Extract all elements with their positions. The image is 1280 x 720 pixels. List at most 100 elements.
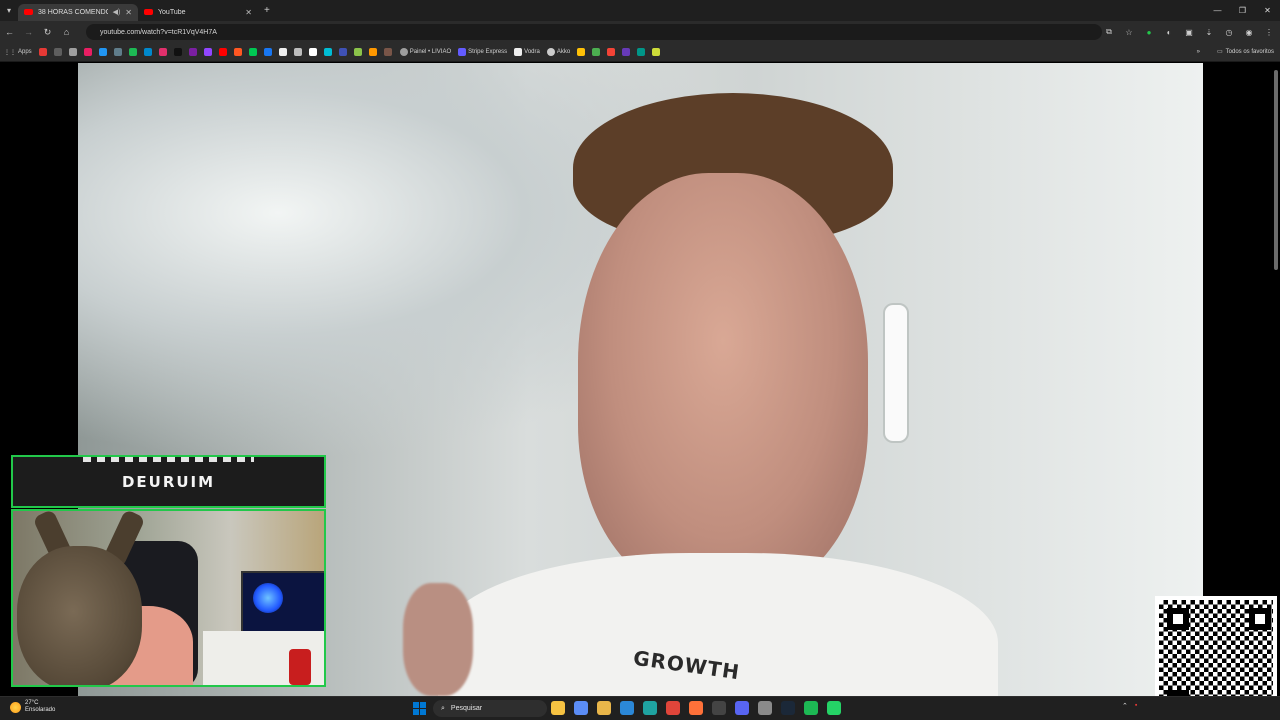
close-window-icon[interactable]: ✕ xyxy=(1255,0,1280,21)
pc-fan-light xyxy=(253,583,283,613)
firefox-icon[interactable] xyxy=(689,701,703,715)
explorer-folder-icon[interactable] xyxy=(597,701,611,715)
bookmark-favicon-icon[interactable] xyxy=(637,48,646,56)
webcam-overlay xyxy=(11,509,326,687)
star-icon[interactable]: ☆ xyxy=(1122,24,1136,40)
bookmark-favicon-icon[interactable] xyxy=(577,48,586,56)
new-tab-icon[interactable]: + xyxy=(264,5,270,16)
weather-widget[interactable]: 27°C Ensolarado xyxy=(10,700,55,714)
bookmark-favicon-icon[interactable] xyxy=(218,48,227,56)
bookmark-favicon-icon xyxy=(514,48,523,56)
audio-icon[interactable]: ◀) xyxy=(113,8,121,16)
apps-shortcut[interactable]: ⋮⋮ Apps xyxy=(4,49,32,56)
back-icon[interactable]: ← xyxy=(0,27,19,37)
bookmark-label: Vodra xyxy=(524,49,540,55)
youtube-favicon-icon xyxy=(144,9,153,15)
install-app-icon[interactable]: ⧉ xyxy=(1102,24,1116,40)
discord-icon[interactable] xyxy=(735,701,749,715)
bookmark-favicon-icon[interactable] xyxy=(383,48,392,56)
bookmark-favicon-icon[interactable] xyxy=(143,48,152,56)
bookmark-favicon-icon[interactable] xyxy=(248,48,257,56)
home-icon[interactable]: ⌂ xyxy=(57,27,76,37)
bookmark-favicon-icon[interactable] xyxy=(263,48,272,56)
forward-icon[interactable]: → xyxy=(19,27,38,37)
system-tray: ⌃ ▪ xyxy=(1122,702,1137,710)
restore-icon[interactable]: ❐ xyxy=(1230,0,1255,21)
bookmark-favicons-2 xyxy=(577,48,661,56)
chevron-up-icon[interactable]: ⌃ xyxy=(1122,702,1128,710)
history-icon[interactable]: ◷ xyxy=(1222,24,1236,40)
window-controls: — ❐ ✕ xyxy=(1205,0,1280,21)
bookmark-favicon-icon[interactable] xyxy=(128,48,137,56)
spotify-icon[interactable] xyxy=(804,701,818,715)
bookmark-favicon-icon[interactable] xyxy=(233,48,242,56)
page-scrollbar[interactable] xyxy=(1274,70,1278,270)
bookmark-akko[interactable]: Akko xyxy=(546,48,570,56)
bookmark-favicon-icon[interactable] xyxy=(113,48,122,56)
bookmark-favicon-icon[interactable] xyxy=(652,48,661,56)
bookmark-favicon-icon[interactable] xyxy=(338,48,347,56)
bookmark-favicon-icon xyxy=(399,48,408,56)
bookmark-favicon-icon[interactable] xyxy=(622,48,631,56)
tray-app-icon[interactable]: ▪ xyxy=(1135,702,1137,710)
copilot-icon[interactable] xyxy=(574,701,588,715)
bookmark-favicon-icon[interactable] xyxy=(323,48,332,56)
bookmark-favicon-icon[interactable] xyxy=(68,48,77,56)
settings-icon[interactable] xyxy=(758,701,772,715)
pinned-apps xyxy=(551,701,841,715)
all-bookmarks[interactable]: » ▭ Todos os favoritos xyxy=(1197,48,1274,56)
bookmark-favicon-icon[interactable] xyxy=(83,48,92,56)
bookmark-favicon-icon[interactable] xyxy=(607,48,616,56)
more-bookmarks-icon[interactable]: » xyxy=(1197,49,1200,55)
streamer-nameplate: DEURUIM xyxy=(11,455,326,508)
bookmark-favicon-icon[interactable] xyxy=(38,48,47,56)
kebab-menu-icon[interactable]: ⋮ xyxy=(1262,24,1276,40)
extension-icon[interactable]: ● xyxy=(1142,24,1156,40)
edge-icon[interactable] xyxy=(643,701,657,715)
bookmark-favicon-icon[interactable] xyxy=(308,48,317,56)
bookmark-favicon-icon[interactable] xyxy=(173,48,182,56)
weather-text: 27°C Ensolarado xyxy=(25,700,55,714)
bookmark-favicon-icon[interactable] xyxy=(592,48,601,56)
bookmark-favicon-icon[interactable] xyxy=(203,48,212,56)
downloads-icon[interactable]: ⇣ xyxy=(1202,24,1216,40)
tab-youtube[interactable]: YouTube ✕ xyxy=(138,4,258,21)
chrome-icon[interactable] xyxy=(666,701,680,715)
tab-search-icon[interactable]: ▾ xyxy=(0,3,18,18)
cast-icon[interactable]: ◐ xyxy=(1162,24,1176,40)
windows-taskbar: 27°C Ensolarado ⌕ Pesquisar ⌃ ▪ xyxy=(0,696,1280,720)
nameplate-decoration xyxy=(83,457,254,462)
bookmark-favicon-icon[interactable] xyxy=(188,48,197,56)
airplane-window xyxy=(883,303,909,443)
minimize-icon[interactable]: — xyxy=(1205,0,1230,21)
steam-icon[interactable] xyxy=(781,701,795,715)
terminal-icon[interactable] xyxy=(712,701,726,715)
bookmark-favicon-icon[interactable] xyxy=(53,48,62,56)
soda-can xyxy=(289,649,311,685)
bookmark-painel[interactable]: Painel • LIVIAO xyxy=(399,48,451,56)
bookmark-favicon-icon[interactable] xyxy=(98,48,107,56)
bookmark-favicon-icon[interactable] xyxy=(353,48,362,56)
bookmark-favicon-icon[interactable] xyxy=(293,48,302,56)
bookmark-favicon-icon[interactable] xyxy=(278,48,287,56)
bookmark-stripe[interactable]: Stripe Express xyxy=(458,48,507,56)
browser-tab-strip: ▾ 38 HORAS COMENDO NO ◀) ✕ YouTube ✕ + —… xyxy=(0,0,1280,21)
whatsapp-icon[interactable] xyxy=(827,701,841,715)
tab-video[interactable]: 38 HORAS COMENDO NO ◀) ✕ xyxy=(18,3,138,21)
reload-icon[interactable]: ↻ xyxy=(38,27,57,38)
bookmark-vodra[interactable]: Vodra xyxy=(514,48,540,56)
address-bar[interactable]: youtube.com/watch?v=tcR1VqV4H7A xyxy=(86,24,1102,40)
bookmark-favicon-icon[interactable] xyxy=(158,48,167,56)
close-tab-icon[interactable]: ✕ xyxy=(245,8,252,17)
toolbar-actions: ⧉ ☆ ● ◐ ▣ ⇣ ◷ ◉ ⋮ xyxy=(1102,24,1276,40)
puzzle-icon[interactable]: ▣ xyxy=(1182,24,1196,40)
windows-start-icon[interactable] xyxy=(413,702,426,715)
bookmark-label: Stripe Express xyxy=(468,49,508,55)
taskbar-search[interactable]: ⌕ Pesquisar xyxy=(433,700,547,717)
store-icon[interactable] xyxy=(620,701,634,715)
profile-icon[interactable]: ◉ xyxy=(1242,24,1256,40)
search-placeholder: Pesquisar xyxy=(450,705,483,712)
file-explorer-icon[interactable] xyxy=(551,701,565,715)
close-tab-icon[interactable]: ✕ xyxy=(125,8,132,17)
bookmark-favicon-icon[interactable] xyxy=(368,48,377,56)
